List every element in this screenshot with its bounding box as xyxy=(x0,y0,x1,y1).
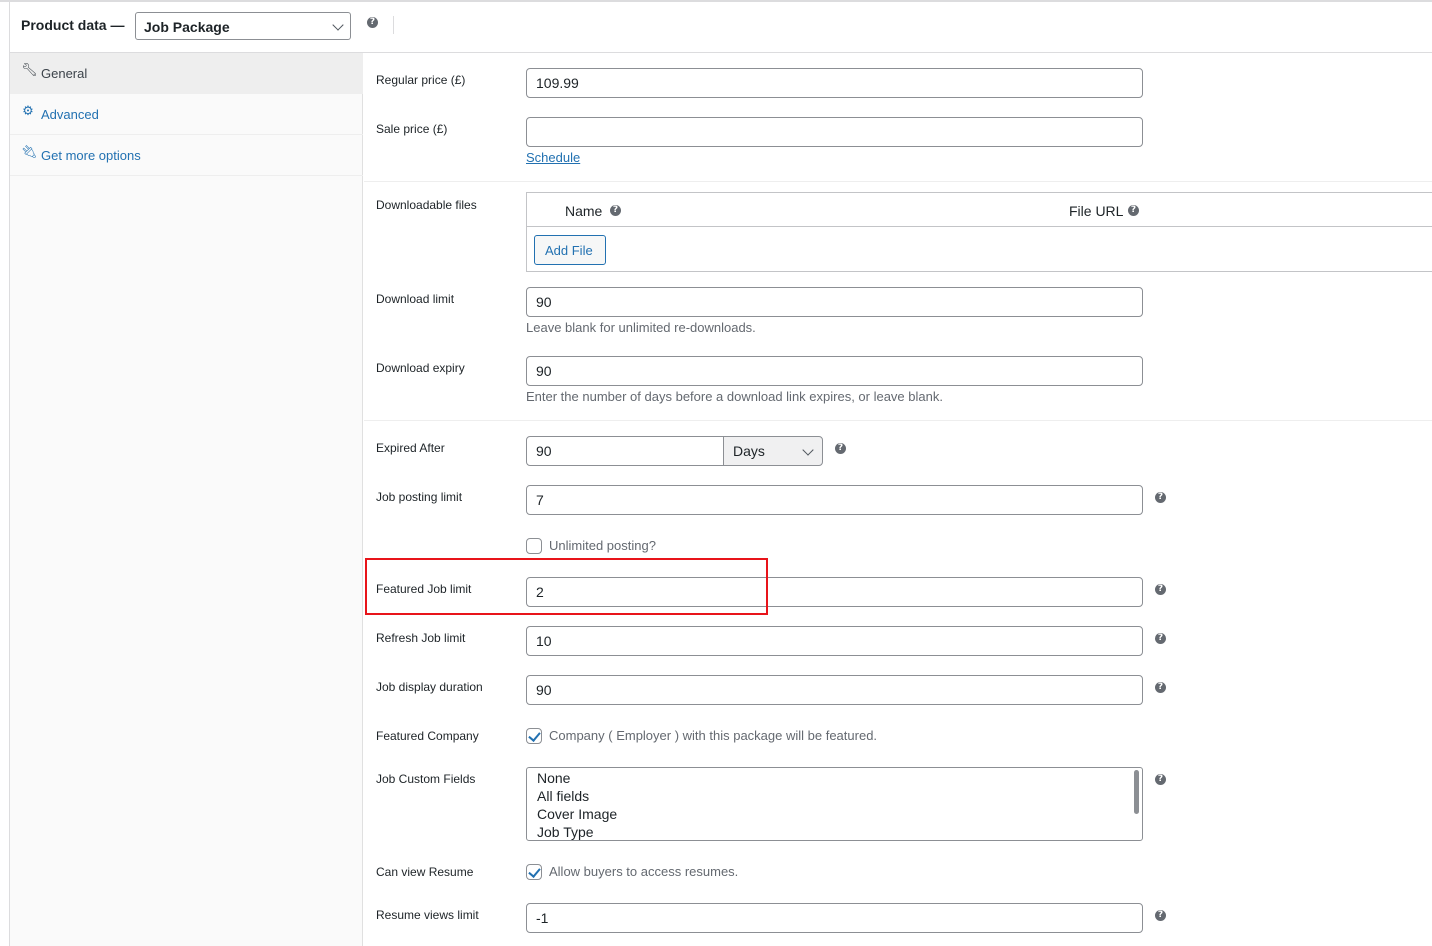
resume-views-limit-input[interactable]: -1 xyxy=(526,903,1143,933)
plugin-icon: 🔌︎ xyxy=(21,145,38,160)
listbox-option[interactable]: All fields xyxy=(537,788,589,804)
download-expiry-description: Enter the number of days before a downlo… xyxy=(526,389,943,404)
job-display-duration-label: Job display duration xyxy=(376,680,483,694)
product-data-title: Product data — xyxy=(21,17,125,33)
expired-after-unit-value: Days xyxy=(733,443,765,459)
can-view-resume-checkbox[interactable] xyxy=(526,864,542,880)
expired-after-label: Expired After xyxy=(376,441,445,455)
files-col-url: File URL xyxy=(1069,203,1124,219)
sale-price-label: Sale price (£) xyxy=(376,122,448,136)
files-col-name: Name xyxy=(565,203,603,219)
help-icon[interactable]: ? xyxy=(1155,682,1166,693)
resume-views-limit-label: Resume views limit xyxy=(376,908,479,922)
job-posting-limit-input[interactable]: 7 xyxy=(526,485,1143,515)
featured-company-description: Company ( Employer ) with this package w… xyxy=(549,728,878,743)
featured-company-label: Featured Company xyxy=(376,729,479,743)
listbox-option[interactable]: Job Type xyxy=(537,824,594,840)
product-data-tabs: 🔧︎ General ⚙ Advanced 🔌︎ Get more option… xyxy=(9,53,363,946)
tab-general[interactable]: 🔧︎ General xyxy=(10,53,363,94)
download-expiry-input[interactable]: 90 xyxy=(526,356,1143,386)
checkmark-icon xyxy=(528,865,541,878)
download-expiry-value: 90 xyxy=(536,363,552,379)
expired-after-unit-select[interactable]: Days xyxy=(723,436,823,466)
download-limit-value: 90 xyxy=(536,294,552,310)
help-icon[interactable]: ? xyxy=(367,17,378,28)
help-icon[interactable]: ? xyxy=(1155,910,1166,921)
featured-company-checkbox[interactable] xyxy=(526,728,542,744)
section-divider xyxy=(364,181,1432,182)
help-icon[interactable]: ? xyxy=(835,443,846,454)
job-custom-fields-listbox[interactable]: None All fields Cover Image Job Type xyxy=(526,767,1143,841)
expired-after-input[interactable]: 90 xyxy=(526,436,724,466)
refresh-job-limit-label: Refresh Job limit xyxy=(376,631,466,645)
product-data-header: Product data — Job Package ? xyxy=(9,2,1432,53)
listbox-scrollbar[interactable] xyxy=(1134,770,1139,814)
regular-price-value: 109.99 xyxy=(536,75,579,91)
unlimited-posting-label: Unlimited posting? xyxy=(549,538,656,553)
expired-after-value: 90 xyxy=(536,443,552,459)
job-posting-limit-label: Job posting limit xyxy=(376,490,463,504)
listbox-option[interactable]: None xyxy=(537,770,570,786)
regular-price-label: Regular price (£) xyxy=(376,73,466,87)
highlight-box xyxy=(365,558,768,615)
job-display-duration-value: 90 xyxy=(536,682,552,698)
help-icon[interactable]: ? xyxy=(610,205,621,216)
job-posting-limit-value: 7 xyxy=(536,492,544,508)
files-table-header: Name ? File URL ? xyxy=(527,193,1432,227)
schedule-link[interactable]: Schedule xyxy=(526,150,580,165)
checkmark-icon xyxy=(528,729,541,742)
help-icon[interactable]: ? xyxy=(1155,584,1166,595)
section-divider xyxy=(364,420,1432,421)
product-type-value: Job Package xyxy=(144,19,230,35)
job-custom-fields-label: Job Custom Fields xyxy=(376,772,476,786)
help-icon[interactable]: ? xyxy=(1155,492,1166,503)
help-icon[interactable]: ? xyxy=(1155,633,1166,644)
add-file-button-label: Add File xyxy=(545,243,593,258)
tab-advanced-label: Advanced xyxy=(41,107,99,122)
refresh-job-limit-input[interactable]: 10 xyxy=(526,626,1143,656)
help-icon[interactable]: ? xyxy=(1128,205,1139,216)
downloadable-files-table: Name ? File URL ? Add File xyxy=(526,192,1432,272)
download-limit-label: Download limit xyxy=(376,292,455,306)
header-separator xyxy=(393,16,394,34)
download-limit-description: Leave blank for unlimited re-downloads. xyxy=(526,320,756,335)
resume-views-limit-value: -1 xyxy=(536,910,549,926)
tab-advanced[interactable]: ⚙ Advanced xyxy=(10,94,363,135)
download-limit-input[interactable]: 90 xyxy=(526,287,1143,317)
download-expiry-label: Download expiry xyxy=(376,361,465,375)
downloadable-files-label: Downloadable files xyxy=(376,198,477,212)
chevron-down-icon xyxy=(332,19,344,31)
wrench-icon: 🔧︎ xyxy=(21,63,38,78)
sale-price-input[interactable] xyxy=(526,117,1143,147)
can-view-resume-description: Allow buyers to access resumes. xyxy=(549,864,739,879)
add-file-button[interactable]: Add File xyxy=(534,235,606,265)
tab-get-more-options-label: Get more options xyxy=(41,148,141,163)
unlimited-posting-checkbox[interactable] xyxy=(526,538,542,554)
can-view-resume-label: Can view Resume xyxy=(376,865,474,879)
help-icon[interactable]: ? xyxy=(1155,774,1166,785)
job-display-duration-input[interactable]: 90 xyxy=(526,675,1143,705)
tab-get-more-options[interactable]: 🔌︎ Get more options xyxy=(10,135,363,176)
tab-general-label: General xyxy=(41,66,88,81)
product-type-select[interactable]: Job Package xyxy=(135,12,351,40)
chevron-down-icon xyxy=(802,444,814,456)
refresh-job-limit-value: 10 xyxy=(536,633,552,649)
listbox-option[interactable]: Cover Image xyxy=(537,806,617,822)
gear-icon: ⚙ xyxy=(22,104,34,119)
regular-price-input[interactable]: 109.99 xyxy=(526,68,1143,98)
